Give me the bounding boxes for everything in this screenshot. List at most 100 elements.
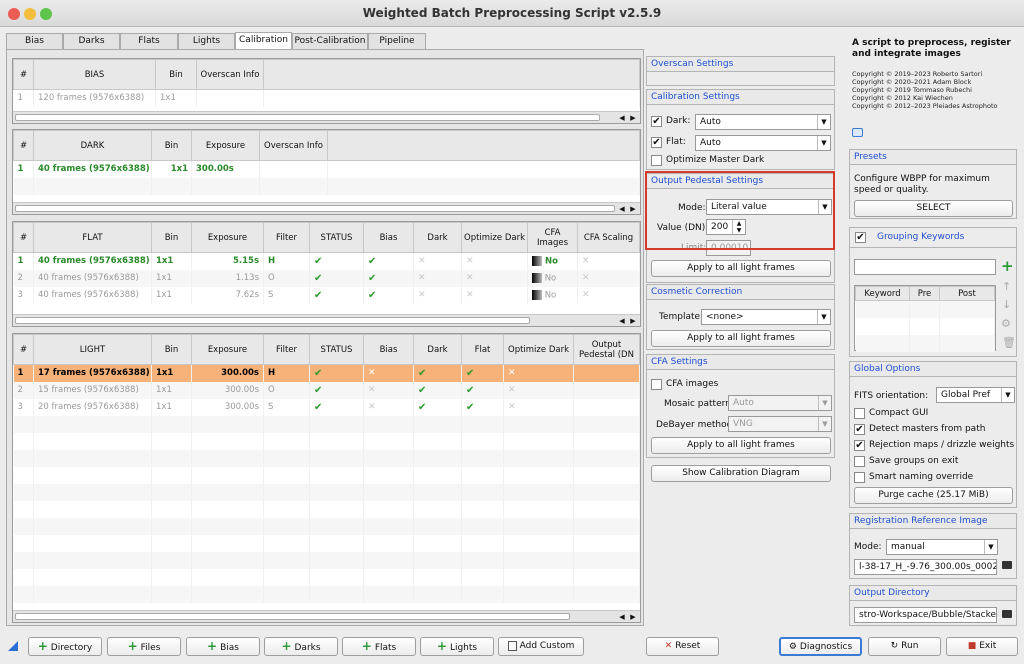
- horizontal-scrollbar[interactable]: ◀ ▶: [13, 111, 640, 123]
- tab-darks[interactable]: Darks: [63, 33, 120, 49]
- col-header[interactable]: Bias: [363, 334, 414, 365]
- col-header[interactable]: Flat: [461, 334, 504, 365]
- col-header[interactable]: Exposure: [191, 130, 260, 161]
- dark-select[interactable]: Auto ▼: [695, 114, 831, 130]
- scroll-right-icon[interactable]: ▶: [628, 316, 638, 326]
- scroll-left-icon[interactable]: ◀: [617, 204, 627, 214]
- smart-naming-checkbox[interactable]: [854, 472, 865, 483]
- scroll-thumb[interactable]: [15, 205, 615, 212]
- diagnostics-button[interactable]: ⚙ Diagnostics: [779, 637, 862, 656]
- col-header[interactable]: Output Pedestal (DN: [573, 334, 640, 365]
- add-directory-button[interactable]: + Directory: [28, 637, 102, 656]
- run-button[interactable]: ↻ Run: [868, 637, 941, 656]
- tab-lights[interactable]: Lights: [178, 33, 235, 49]
- compact-gui-checkbox[interactable]: [854, 408, 865, 419]
- table-row[interactable]: 2 40 frames (9576x6388) 1x1 1.13s O ✔ ✔ …: [13, 269, 640, 287]
- scroll-left-icon[interactable]: ◀: [617, 316, 627, 326]
- col-header[interactable]: Exposure: [191, 222, 264, 253]
- mosaic-select[interactable]: Auto ▼: [728, 395, 832, 411]
- detect-masters-checkbox[interactable]: ✔: [854, 424, 865, 435]
- col-header[interactable]: Dark: [413, 334, 462, 365]
- table-row[interactable]: 3 20 frames (9576x6388) 1x1 300.00s S ✔ …: [13, 398, 640, 416]
- tab-pipeline[interactable]: Pipeline: [368, 33, 426, 49]
- purge-cache-button[interactable]: Purge cache (25.17 MiB): [854, 487, 1013, 504]
- pedestal-apply-button[interactable]: Apply to all light frames: [651, 260, 831, 277]
- add-flats-button[interactable]: + Flats: [342, 637, 416, 656]
- scroll-left-icon[interactable]: ◀: [617, 113, 627, 123]
- folder-icon[interactable]: [1002, 610, 1012, 618]
- show-calibration-diagram-button[interactable]: Show Calibration Diagram: [651, 465, 831, 482]
- resize-corner-icon[interactable]: [8, 641, 18, 651]
- col-header[interactable]: BIAS: [33, 59, 156, 90]
- col-header[interactable]: Post: [939, 286, 995, 301]
- section-title[interactable]: Overscan Settings: [647, 57, 834, 72]
- registration-mode-select[interactable]: manual ▼: [886, 539, 998, 555]
- chat-bubble-icon[interactable]: [852, 128, 863, 137]
- col-header[interactable]: LIGHT: [33, 334, 152, 365]
- template-select[interactable]: <none> ▼: [701, 309, 831, 325]
- dark-checkbox[interactable]: ✔: [651, 116, 662, 127]
- horizontal-scrollbar[interactable]: ◀ ▶: [13, 610, 640, 622]
- tab-post-calibration[interactable]: Post-Calibration: [292, 33, 368, 49]
- col-header[interactable]: #: [13, 334, 34, 365]
- col-header[interactable]: CFA Images: [527, 222, 578, 253]
- scroll-left-icon[interactable]: ◀: [617, 612, 627, 622]
- table-row[interactable]: 2 15 frames (9576x6388) 1x1 300.00s O ✔ …: [13, 381, 640, 399]
- tab-calibration[interactable]: Calibration: [235, 32, 292, 49]
- cfa-images-checkbox[interactable]: [651, 379, 662, 390]
- col-header[interactable]: STATUS: [309, 222, 364, 253]
- col-header[interactable]: Bin: [155, 59, 197, 90]
- debayer-select[interactable]: VNG ▼: [728, 416, 832, 432]
- cfa-apply-button[interactable]: Apply to all light frames: [651, 437, 831, 454]
- optimize-master-dark-checkbox[interactable]: [651, 155, 662, 166]
- col-header[interactable]: STATUS: [309, 334, 364, 365]
- col-header[interactable]: Pre: [909, 286, 940, 301]
- col-header[interactable]: Optimize Dark: [461, 222, 528, 253]
- scroll-right-icon[interactable]: ▶: [628, 612, 638, 622]
- fits-orientation-select[interactable]: Global Pref ▼: [936, 387, 1015, 403]
- scroll-thumb[interactable]: [15, 317, 530, 324]
- col-header[interactable]: Bin: [151, 222, 192, 253]
- tab-bias[interactable]: Bias: [6, 33, 63, 49]
- arrow-down-icon[interactable]: ↓: [1002, 298, 1011, 311]
- col-header[interactable]: Keyword: [855, 286, 910, 301]
- scroll-thumb[interactable]: [15, 613, 570, 620]
- keyword-input[interactable]: [854, 259, 996, 275]
- col-header[interactable]: Bin: [151, 334, 192, 365]
- col-header[interactable]: DARK: [33, 130, 152, 161]
- scroll-thumb[interactable]: [15, 114, 600, 121]
- add-files-button[interactable]: + Files: [107, 637, 181, 656]
- col-header[interactable]: Filter: [263, 222, 310, 253]
- horizontal-scrollbar[interactable]: ◀ ▶: [13, 314, 640, 326]
- add-keyword-icon[interactable]: +: [1001, 257, 1014, 275]
- gear-icon[interactable]: ⚙: [1001, 317, 1011, 330]
- trash-icon[interactable]: 🗑: [1002, 336, 1016, 349]
- horizontal-scrollbar[interactable]: ◀ ▶: [13, 202, 640, 214]
- output-directory-input[interactable]: stro-Workspace/Bubble/Stacked-IV: [854, 607, 997, 623]
- col-header[interactable]: CFA Scaling: [577, 222, 640, 253]
- col-header[interactable]: #: [13, 130, 34, 161]
- table-row[interactable]: 1 40 frames (9576x6388) 1x1 300.00s: [13, 160, 640, 178]
- flat-checkbox[interactable]: ✔: [651, 137, 662, 148]
- col-header[interactable]: Exposure: [191, 334, 264, 365]
- col-header[interactable]: #: [13, 222, 34, 253]
- col-header[interactable]: FLAT: [33, 222, 152, 253]
- col-header[interactable]: Bin: [151, 130, 192, 161]
- rejection-maps-checkbox[interactable]: ✔: [854, 440, 865, 451]
- tab-flats[interactable]: Flats: [120, 33, 178, 49]
- col-header[interactable]: Bias: [363, 222, 414, 253]
- col-header[interactable]: Optimize Dark: [503, 334, 574, 365]
- table-row-selected[interactable]: 1 17 frames (9576x6388) 1x1 300.00s H ✔ …: [13, 364, 640, 382]
- col-header[interactable]: Filter: [263, 334, 310, 365]
- table-row[interactable]: 1 40 frames (9576x6388) 1x1 5.15s H ✔ ✔ …: [13, 252, 640, 270]
- scroll-right-icon[interactable]: ▶: [628, 204, 638, 214]
- save-groups-checkbox[interactable]: [854, 456, 865, 467]
- add-custom-button[interactable]: Add Custom: [498, 637, 584, 656]
- col-header[interactable]: #: [13, 59, 34, 90]
- flat-select[interactable]: Auto ▼: [695, 135, 831, 151]
- table-row[interactable]: 1 120 frames (9576x6388) 1x1: [13, 89, 640, 107]
- grouping-keywords-checkbox[interactable]: ✔: [855, 232, 866, 243]
- col-header[interactable]: Overscan Info: [196, 59, 264, 90]
- col-header[interactable]: Dark: [413, 222, 462, 253]
- reset-button[interactable]: ✕ Reset: [646, 637, 719, 656]
